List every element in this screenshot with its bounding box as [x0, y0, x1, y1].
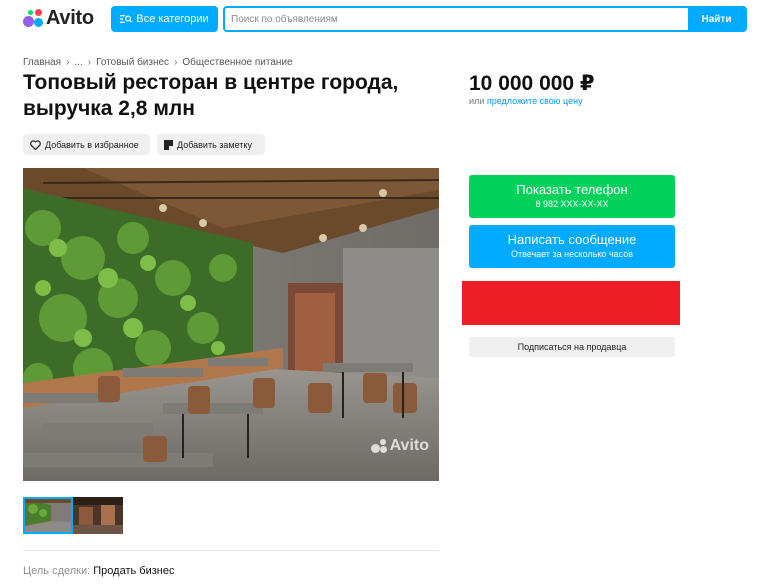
breadcrumb-separator: ›	[66, 57, 70, 68]
section-divider	[23, 550, 439, 551]
show-phone-label: Показать телефон	[516, 182, 628, 197]
breadcrumb-item-ellipsis[interactable]: ...	[74, 57, 82, 68]
search-button[interactable]: Найти	[688, 6, 745, 32]
logo-text: Avito	[46, 6, 94, 29]
thumbnail-image	[25, 499, 71, 532]
deal-purpose-label: Цель сделки:	[23, 565, 91, 577]
add-note-button[interactable]: Добавить заметку	[157, 134, 265, 155]
breadcrumb-item-catering[interactable]: Общественное питание	[182, 57, 292, 68]
show-phone-button[interactable]: Показать телефон 8 982 XXX-XX-XX	[469, 175, 675, 218]
breadcrumb-item-home[interactable]: Главная	[23, 57, 61, 68]
watermark-text: Avito	[389, 437, 429, 454]
listing-price: 10 000 000 ₽	[469, 72, 595, 95]
all-categories-label: Все категории	[136, 13, 209, 25]
photo-thumbnail-1[interactable]	[23, 497, 73, 534]
add-to-favorites-button[interactable]: Добавить в избранное	[23, 134, 150, 155]
listing-title: Топовый ресторан в центре города, выручк…	[23, 71, 399, 120]
avito-logo-icon	[23, 8, 43, 28]
write-message-button[interactable]: Написать сообщение Отвечает за несколько…	[469, 225, 675, 268]
main-photo[interactable]: Avito	[23, 168, 439, 481]
breadcrumb-separator: ›	[87, 57, 92, 68]
deal-purpose: Цель сделки: Продать бизнес	[23, 565, 174, 577]
add-note-label: Добавить заметку	[177, 139, 252, 150]
deal-purpose-value: Продать бизнес	[93, 565, 175, 577]
thumbnail-image	[73, 497, 123, 534]
suggest-price-link[interactable]: предложите свою цену	[487, 96, 583, 106]
avito-watermark: Avito	[370, 437, 429, 455]
price-offer-prefix: или	[469, 96, 485, 106]
breadcrumb: Главная › ... › Готовый бизнес › Обществ…	[23, 57, 293, 68]
photo-thumbnail-2[interactable]	[73, 497, 123, 534]
redacted-block	[462, 281, 680, 325]
search-list-icon	[120, 15, 133, 23]
breadcrumb-separator: ›	[174, 57, 178, 68]
avito-logo[interactable]: Avito	[23, 7, 94, 29]
subscribe-seller-button[interactable]: Подписаться на продавца	[469, 337, 675, 357]
restaurant-photo	[23, 168, 439, 481]
note-icon	[164, 139, 173, 150]
breadcrumb-item-business[interactable]: Готовый бизнес	[96, 57, 169, 68]
heart-icon	[30, 139, 41, 150]
response-time: Отвечает за несколько часов	[510, 249, 634, 259]
search-input[interactable]	[225, 8, 690, 30]
price-offer: или предложите свою цену	[469, 96, 583, 106]
all-categories-button[interactable]: Все категории	[111, 6, 218, 32]
avito-watermark-icon	[370, 438, 387, 454]
write-message-label: Написать сообщение	[507, 232, 637, 247]
phone-number: 8 982 XXX-XX-XX	[535, 199, 609, 209]
add-to-favorites-label: Добавить в избранное	[45, 139, 139, 150]
search-bar: Найти	[223, 6, 747, 32]
